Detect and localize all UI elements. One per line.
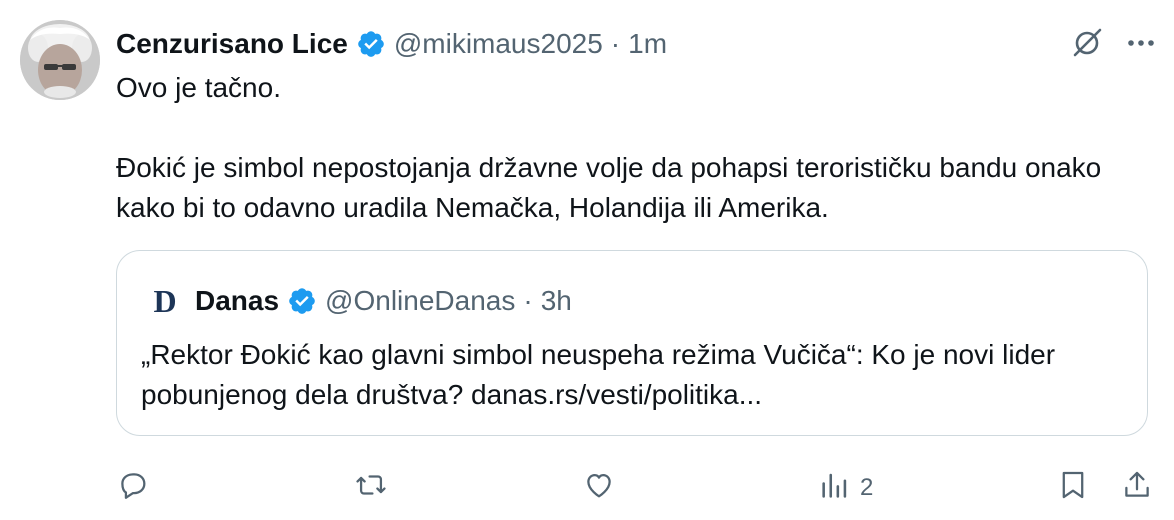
retweet-icon xyxy=(354,468,388,507)
tweet: Cenzurisano Lice @mikimaus2025 · 1m Ovo … xyxy=(0,0,1174,520)
tweet-text-line-2: Đokić je simbol nepostojanja državne vol… xyxy=(116,152,1102,223)
views-button[interactable]: 2 xyxy=(818,468,873,507)
quoted-author-name[interactable]: Danas xyxy=(195,285,279,317)
quoted-tweet[interactable]: D Danas @OnlineDanas · 3h „Rektor Đokić … xyxy=(116,250,1148,436)
reply-button[interactable] xyxy=(116,468,150,507)
avatar-photo xyxy=(20,20,100,100)
share-icon xyxy=(1120,468,1154,507)
more-icon[interactable] xyxy=(1126,28,1156,58)
grok-icon[interactable] xyxy=(1070,26,1104,60)
author-name[interactable]: Cenzurisano Lice xyxy=(116,28,348,60)
reply-icon xyxy=(116,468,150,507)
bookmark-icon xyxy=(1056,468,1090,507)
post-time[interactable]: 1m xyxy=(628,28,667,60)
quoted-tweet-header: D Danas @OnlineDanas · 3h xyxy=(149,281,572,321)
quoted-header-separator: · xyxy=(523,285,533,316)
retweet-button[interactable] xyxy=(354,468,388,507)
top-right-actions xyxy=(1070,26,1156,60)
like-button[interactable] xyxy=(582,468,616,507)
tweet-header: Cenzurisano Lice @mikimaus2025 · 1m xyxy=(116,24,667,64)
quoted-post-time[interactable]: 3h xyxy=(541,285,572,317)
author-handle[interactable]: @mikimaus2025 xyxy=(394,28,603,60)
action-bar: 2 xyxy=(116,460,1156,506)
like-icon xyxy=(582,468,616,507)
danas-logo[interactable]: D xyxy=(149,285,181,317)
avatar[interactable] xyxy=(20,20,100,100)
bookmark-button[interactable] xyxy=(1056,468,1090,507)
tweet-text: Ovo je tačno. Đokić je simbol nepostojan… xyxy=(116,68,1146,228)
views-count: 2 xyxy=(860,473,874,501)
verified-badge-icon xyxy=(356,29,386,59)
share-button[interactable] xyxy=(1120,468,1154,507)
verified-badge-icon xyxy=(287,286,317,316)
views-icon xyxy=(818,468,852,507)
quoted-author-handle[interactable]: @OnlineDanas xyxy=(325,285,515,317)
header-separator: · xyxy=(610,28,621,59)
quoted-tweet-text: „Rektor Đokić kao glavni simbol neuspeha… xyxy=(141,339,1056,410)
tweet-text-line-1: Ovo je tačno. xyxy=(116,72,281,103)
